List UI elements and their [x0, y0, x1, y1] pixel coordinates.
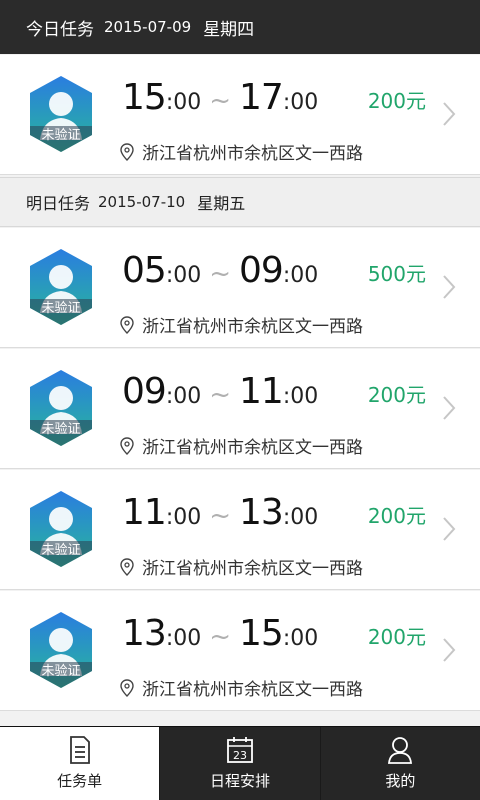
chevron-right-icon: [443, 102, 456, 126]
location-pin-icon: [120, 315, 134, 334]
price: 500元: [367, 262, 426, 286]
document-icon: [69, 736, 90, 764]
user-icon: [388, 737, 413, 764]
section-date: 2015-07-09: [104, 18, 192, 36]
tab-schedule[interactable]: 23 日程安排: [159, 727, 319, 800]
chevron-right-icon: [443, 396, 456, 420]
avatar: 未验证: [28, 74, 94, 154]
location: 浙江省杭州市余杭区文一西路: [120, 554, 363, 579]
chevron-right-icon: [443, 275, 456, 299]
calendar-icon: 23: [227, 737, 253, 763]
location-pin-icon: [120, 678, 134, 697]
section-date: 2015-07-10: [98, 193, 186, 211]
bottom-tab-bar: 任务单 23 日程安排 我的: [0, 726, 480, 800]
time-range: 05:00 ~ 09:00: [122, 250, 319, 291]
location-pin-icon: [120, 557, 134, 576]
avatar: 未验证: [28, 247, 94, 327]
avatar: 未验证: [28, 610, 94, 690]
svg-text:未验证: 未验证: [41, 300, 80, 316]
location: 浙江省杭州市余杭区文一西路: [120, 312, 363, 337]
section-title: 今日任务: [26, 19, 94, 40]
task-item[interactable]: 未验证 13:00 ~ 15:00 200元 浙江省杭州市余杭区文一西路: [0, 591, 480, 711]
location: 浙江省杭州市余杭区文一西路: [120, 433, 363, 458]
tomorrow-section-header: 明日任务 2015-07-10 星期五: [0, 177, 480, 227]
tab-mine[interactable]: 我的: [319, 727, 480, 800]
today-section-header: 今日任务 2015-07-09 星期四: [0, 0, 480, 54]
task-item[interactable]: 未验证 05:00 ~ 09:00 500元 浙江省杭州市余杭区文一西路: [0, 228, 480, 348]
task-item[interactable]: 未验证 11:00 ~ 13:00 200元 浙江省杭州市余杭区文一西路: [0, 470, 480, 590]
task-item[interactable]: 未验证 15:00 ~ 17:00 200元 浙江省杭州市余杭区文一西路: [0, 55, 480, 175]
svg-text:未验证: 未验证: [41, 127, 80, 143]
location: 浙江省杭州市余杭区文一西路: [120, 139, 363, 164]
chevron-right-icon: [443, 638, 456, 662]
price: 200元: [367, 504, 426, 528]
svg-text:未验证: 未验证: [41, 663, 80, 679]
tab-tasks[interactable]: 任务单: [0, 727, 160, 800]
price: 200元: [367, 383, 426, 407]
task-item[interactable]: 未验证 09:00 ~ 11:00 200元 浙江省杭州市余杭区文一西路: [0, 349, 480, 469]
time-range: 11:00 ~ 13:00: [122, 492, 319, 533]
svg-text:23: 23: [233, 749, 247, 762]
time-range: 13:00 ~ 15:00: [122, 613, 319, 654]
chevron-right-icon: [443, 517, 456, 541]
svg-text:未验证: 未验证: [41, 421, 80, 437]
price: 200元: [367, 89, 426, 113]
price: 200元: [367, 625, 426, 649]
section-weekday: 星期四: [203, 19, 255, 40]
section-weekday: 星期五: [197, 194, 246, 213]
time-range: 15:00 ~ 17:00: [122, 77, 319, 118]
tab-label: 日程安排: [209, 772, 270, 790]
location-pin-icon: [120, 436, 134, 455]
location: 浙江省杭州市余杭区文一西路: [120, 675, 363, 700]
svg-text:未验证: 未验证: [41, 542, 80, 558]
tab-label: 任务单: [57, 772, 103, 790]
section-title: 明日任务: [26, 194, 91, 213]
avatar: 未验证: [28, 368, 94, 448]
location-pin-icon: [120, 142, 134, 161]
avatar: 未验证: [28, 489, 94, 569]
tab-label: 我的: [385, 772, 416, 790]
time-range: 09:00 ~ 11:00: [122, 371, 319, 412]
